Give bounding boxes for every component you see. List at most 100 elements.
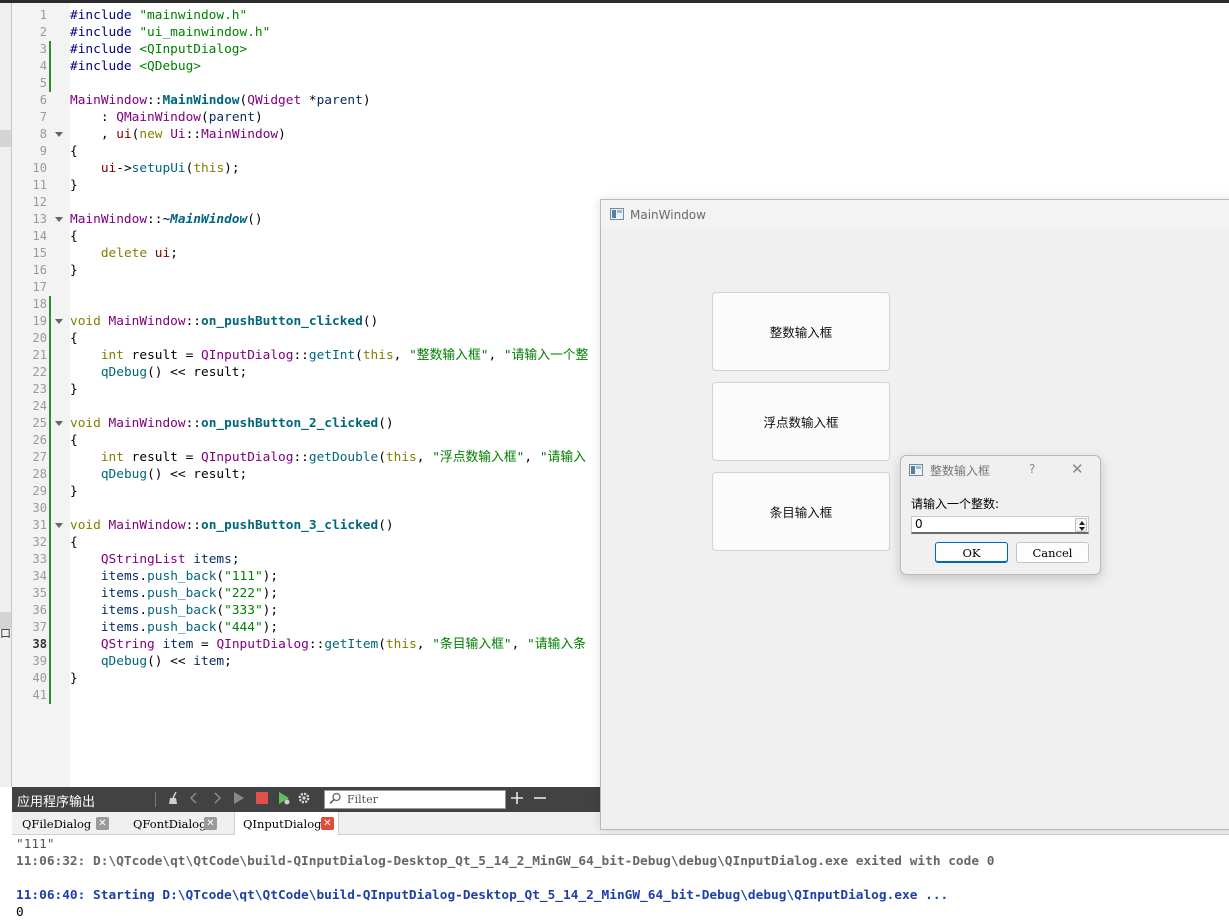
output-filter-input[interactable]: Filter (324, 790, 506, 809)
code-line[interactable]: } (70, 670, 610, 687)
cancel-button[interactable]: Cancel (1016, 542, 1089, 563)
code-line[interactable]: #include <QInputDialog> (70, 41, 610, 58)
code-token: ) (362, 93, 371, 108)
int-input-button[interactable]: 整数输入框 (712, 292, 890, 371)
spin-down-icon[interactable] (1079, 527, 1085, 531)
integer-spinbox[interactable]: 0 (911, 516, 1089, 534)
code-line[interactable]: qDebug() << result; (70, 466, 610, 483)
code-token: { (70, 535, 78, 550)
code-line[interactable]: : QMainWindow(parent) (70, 109, 610, 126)
code-line[interactable]: void MainWindow::on_pushButton_2_clicked… (70, 415, 610, 432)
code-line[interactable]: void MainWindow::on_pushButton_clicked() (70, 313, 610, 330)
code-line[interactable]: } (70, 381, 610, 398)
chevron-left-icon[interactable] (189, 791, 199, 809)
chevron-right-icon[interactable] (212, 791, 222, 809)
code-token: ( (216, 569, 225, 584)
tab-qfontdialog[interactable]: QFontDialog ✕ (125, 812, 235, 835)
tab-qinputdialog[interactable]: QInputDialog ✕ (234, 812, 339, 836)
code-line[interactable]: items.push_back("333"); (70, 602, 610, 619)
code-line[interactable] (70, 687, 610, 704)
play-icon[interactable] (233, 791, 245, 809)
line-number: 17 (12, 279, 70, 296)
code-line[interactable] (70, 296, 610, 313)
help-button[interactable]: ? (1029, 462, 1035, 476)
code-token: QWidget (247, 93, 302, 108)
code-line[interactable]: , ui(new Ui::MainWindow) (70, 126, 610, 143)
minus-icon[interactable] (533, 791, 547, 809)
fold-arrow-icon[interactable] (55, 217, 63, 222)
code-line[interactable]: void MainWindow::on_pushButton_3_clicked… (70, 517, 610, 534)
double-input-button[interactable]: 浮点数输入框 (712, 382, 890, 461)
close-icon[interactable]: ✕ (96, 817, 109, 830)
code-line[interactable] (70, 398, 610, 415)
code-token: this (193, 161, 225, 176)
code-line[interactable] (70, 194, 610, 211)
code-token: , (416, 637, 433, 652)
code-line[interactable]: { (70, 330, 610, 347)
code-line[interactable]: items.push_back("444"); (70, 619, 610, 636)
code-editor[interactable]: #include "mainwindow.h" #include "ui_main… (70, 7, 610, 787)
main-window-titlebar[interactable]: MainWindow (601, 200, 1229, 230)
code-token: = (193, 637, 217, 652)
gear-icon[interactable] (297, 791, 311, 809)
spinbox-arrows[interactable] (1075, 518, 1087, 532)
code-line[interactable]: MainWindow::MainWindow(QWidget *parent) (70, 92, 610, 109)
code-line[interactable]: } (70, 483, 610, 500)
code-token: () (378, 518, 394, 533)
line-number-text: 34 (32, 569, 47, 583)
code-line[interactable]: MainWindow::~MainWindow() (70, 211, 610, 228)
close-icon[interactable]: ✕ (321, 817, 334, 830)
code-line[interactable]: #include "mainwindow.h" (70, 7, 610, 24)
fold-arrow-icon[interactable] (55, 523, 63, 528)
code-token: "111" (224, 569, 263, 584)
code-token: <QDebug> (139, 59, 201, 74)
code-line[interactable]: delete ui; (70, 245, 610, 262)
code-line[interactable]: items.push_back("111"); (70, 568, 610, 585)
fold-arrow-icon[interactable] (55, 421, 63, 426)
spin-up-icon[interactable] (1079, 521, 1085, 525)
code-line[interactable]: { (70, 432, 610, 449)
code-token: () (247, 212, 263, 227)
tab-qfiledialog[interactable]: QFileDialog ✕ (14, 812, 124, 835)
code-line[interactable] (70, 500, 610, 517)
line-number: 23 (12, 381, 70, 398)
fold-arrow-icon[interactable] (55, 319, 63, 324)
code-line[interactable]: { (70, 534, 610, 551)
code-line[interactable]: #include "ui_mainwindow.h" (70, 24, 610, 41)
change-marker (49, 585, 51, 602)
app-window-icon (909, 464, 923, 476)
broom-icon[interactable] (167, 791, 181, 809)
code-line[interactable] (70, 279, 610, 296)
ok-button[interactable]: OK (935, 542, 1008, 563)
close-icon[interactable]: ✕ (204, 817, 217, 830)
search-icon (329, 792, 342, 808)
code-line[interactable]: qDebug() << result; (70, 364, 610, 381)
code-token: * (301, 93, 317, 108)
code-line[interactable]: { (70, 143, 610, 160)
code-line[interactable]: QStringList items; (70, 551, 610, 568)
code-line[interactable]: } (70, 177, 610, 194)
output-log[interactable]: "111" 11:06:32: D:\QTcode\qt\QtCode\buil… (12, 835, 1229, 923)
code-line[interactable]: #include <QDebug> (70, 58, 610, 75)
plus-icon[interactable] (510, 791, 524, 809)
int-input-dialog[interactable]: 整数输入框 ? ✕ 请输入一个整数: 0 OK Cancel (900, 455, 1101, 575)
code-line[interactable]: { (70, 228, 610, 245)
line-number-text: 7 (39, 110, 47, 124)
close-button[interactable]: ✕ (1071, 460, 1084, 478)
code-line[interactable]: QString item = QInputDialog::getItem(thi… (70, 636, 610, 653)
code-token: , (511, 637, 528, 652)
code-line[interactable]: } (70, 262, 610, 279)
code-token: items (100, 620, 140, 635)
code-line[interactable]: int result = QInputDialog::getDouble(thi… (70, 449, 610, 466)
code-token: "mainwindow.h" (139, 8, 248, 23)
code-line[interactable]: int result = QInputDialog::getInt(this, … (70, 347, 610, 364)
code-line[interactable]: ui->setupUi(this); (70, 160, 610, 177)
stop-icon[interactable] (255, 791, 269, 809)
change-marker (49, 381, 51, 398)
fold-arrow-icon[interactable] (55, 132, 63, 137)
debug-run-icon[interactable] (277, 791, 291, 809)
code-line[interactable]: items.push_back("222"); (70, 585, 610, 602)
code-line[interactable]: qDebug() << item; (70, 653, 610, 670)
code-line[interactable] (70, 75, 610, 92)
item-input-button[interactable]: 条目输入框 (712, 472, 890, 551)
